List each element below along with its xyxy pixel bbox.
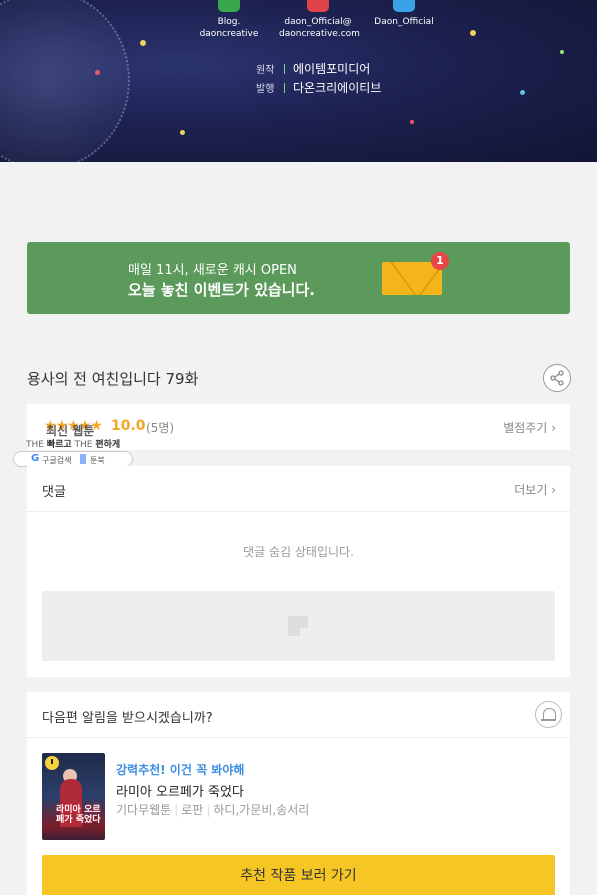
recommend-meta: 기다무웹툰 | 로판 | 하디,가문비,송서리 [116,803,310,817]
credit-publisher: 발행 다온크리에이티브 [256,79,381,96]
more-label: 더보기 [514,483,548,497]
overlay-easy: 편하게 [95,440,121,450]
sparkle [520,90,525,95]
social-mail-line2: daoncreative.com [279,29,360,39]
social-mail[interactable]: daon_Official@ daoncreative.com [279,0,360,40]
social-twitter-line1: Daon_Official [374,17,434,27]
recommend-tag: 강력추천! 이건 꼭 봐야해 [116,763,245,777]
chevron-right-icon: › [551,483,556,497]
image-placeholder-icon [288,616,308,636]
share-icon [550,370,564,386]
meta-authors: 하디,가문비,송서리 [213,803,310,817]
credit-value: 다온크리에이티브 [293,81,382,95]
lace-decoration [0,0,130,162]
notification-badge: 1 [431,252,449,270]
toonbook-label[interactable]: 툰북 [90,455,105,466]
overlay-the: THE [74,440,93,450]
clock-icon [45,756,59,770]
event-line1: 매일 11시, 새로운 캐시 OPEN [128,263,297,278]
overlay-subtitle: THE 빠르고 THE 편하게 [26,437,120,450]
episode-title: 용사의 전 여친입니다 79화 [27,370,199,388]
sparkle [560,50,564,54]
comments-header: 댓글 더보기 › [27,466,570,512]
twitter-icon [393,0,415,12]
sparkle [410,120,414,124]
thumbnail-title: 라미아 오르페가 죽었다 [56,805,101,825]
rating-count: (5명) [146,421,175,435]
overlay-the: THE [26,440,44,450]
sparkle [140,40,146,46]
social-blog-line2: daoncreative [199,29,259,39]
event-banner[interactable]: 매일 11시, 새로운 캐시 OPEN 오늘 놓친 이벤트가 있습니다. 1 [27,242,570,314]
overlay-fast: 빠르고 [46,440,72,450]
credit-original: 원작 에이템포미디어 [256,60,370,77]
credit-key: 원작 [256,65,275,76]
social-mail-line1: daon_Official@ [284,17,352,27]
recommend-card: 다음편 알림을 받으시겠습니까? 라미아 오르페가 죽었다 강력추천! 이건 꼭… [27,692,570,895]
sparkle [180,130,185,135]
recommend-title[interactable]: 라미아 오르페가 죽었다 [116,781,244,800]
bell-icon[interactable] [535,701,562,728]
social-blog-line1: Blog. [217,17,241,27]
comments-hidden-notice: 댓글 숨김 상태입니다. [243,545,354,559]
header-banner: Blog. daoncreative daon_Official@ daoncr… [0,0,597,162]
recommend-button[interactable]: 추천 작품 보러 가기 [42,855,555,895]
sparkle [470,30,476,36]
mail-icon [307,0,329,12]
sparkle [95,70,100,75]
overlay-search-pill[interactable]: G 구글검색 툰북 [13,451,133,467]
rating-score: 10.0 [111,418,146,434]
google-icon: G [31,453,40,464]
comments-card: 댓글 더보기 › 댓글 숨김 상태입니다. [27,466,570,677]
recommend-header: 다음편 알림을 받으시겠습니까? [27,692,570,738]
rate-label: 별점주기 [503,421,548,435]
chevron-right-icon: › [551,421,556,435]
recommend-thumbnail[interactable]: 라미아 오르페가 죽었다 [42,753,105,840]
rate-button[interactable]: 별점주기 › [503,419,556,436]
blog-icon [218,0,240,12]
credit-value: 에이템포미디어 [293,62,371,76]
meta-genre: 로판 [181,803,204,817]
page: Blog. daoncreative daon_Official@ daoncr… [0,0,597,895]
ad-placeholder[interactable] [42,591,555,661]
social-twitter[interactable]: Daon_Official [372,0,436,28]
comments-title: 댓글 [42,485,66,500]
event-line2: 오늘 놓친 이벤트가 있습니다. [128,281,315,299]
google-search-label[interactable]: 구글검색 [42,455,71,466]
comments-more-button[interactable]: 더보기 › [514,481,556,498]
meta-category: 기다무웹툰 [116,803,172,817]
credit-key: 발행 [256,84,275,95]
notify-question: 다음편 알림을 받으시겠습니까? [42,711,213,726]
share-button[interactable] [543,364,571,392]
social-blog[interactable]: Blog. daoncreative [197,0,261,40]
book-icon [80,454,86,464]
